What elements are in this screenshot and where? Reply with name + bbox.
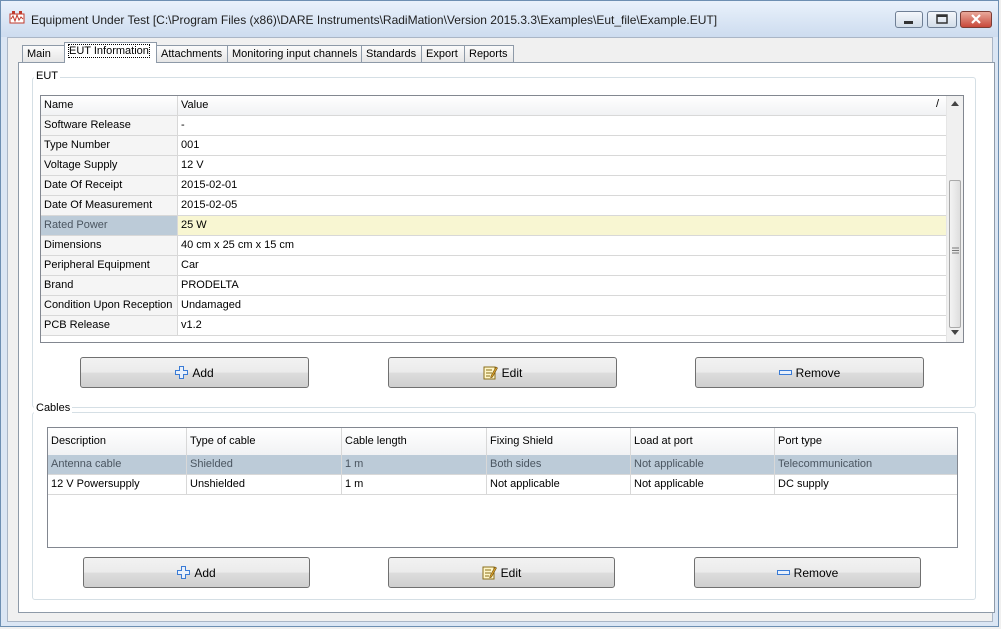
- property-value[interactable]: 12 V: [178, 156, 947, 175]
- eut-grid-header: Name Value /: [41, 96, 947, 116]
- property-name: Type Number: [41, 136, 178, 155]
- window-title: Equipment Under Test [C:\Program Files (…: [31, 13, 718, 27]
- eut-property-row[interactable]: Rated Power 25 W: [41, 216, 947, 236]
- column-header-name[interactable]: Name: [41, 96, 178, 115]
- eut-property-row[interactable]: Date Of Measurement 2015-02-05: [41, 196, 947, 216]
- column-header-value[interactable]: Value: [178, 96, 947, 115]
- property-value[interactable]: v1.2: [178, 316, 947, 335]
- eut-property-row[interactable]: Type Number 001: [41, 136, 947, 156]
- cable-row[interactable]: Antenna cable Shielded 1 m Both sides Not ap…: [48, 455, 957, 475]
- eut-properties-grid: Name Value / Software Release - Type Numbe…: [40, 95, 964, 343]
- column-header-fixing-shield[interactable]: Fixing Shield: [487, 428, 631, 455]
- property-value[interactable]: 2015-02-05: [178, 196, 947, 215]
- tab-standards[interactable]: Standards: [361, 45, 422, 62]
- eut-edit-button[interactable]: Edit: [388, 357, 617, 388]
- tab-attachments[interactable]: Attachments: [156, 45, 228, 62]
- property-value[interactable]: 2015-02-01: [178, 176, 947, 195]
- property-name: PCB Release: [41, 316, 178, 335]
- column-header-type-of-cable[interactable]: Type of cable: [187, 428, 342, 455]
- eut-property-row[interactable]: Software Release -: [41, 116, 947, 136]
- eut-grid-scrollbar[interactable]: [946, 96, 963, 342]
- eut-group-label: EUT: [34, 70, 60, 82]
- cables-remove-button[interactable]: Remove: [694, 557, 921, 588]
- property-name: Condition Upon Reception: [41, 296, 178, 315]
- tab-main[interactable]: Main: [22, 45, 65, 62]
- cable-port-type: Telecommunication: [778, 458, 873, 470]
- eut-remove-button[interactable]: Remove: [695, 357, 924, 388]
- property-name: Date Of Measurement: [41, 196, 178, 215]
- maximize-icon: [936, 14, 948, 24]
- cable-load-at-port: Not applicable: [631, 455, 775, 474]
- column-header-cable-length[interactable]: Cable length: [342, 428, 487, 455]
- cables-group-label: Cables: [34, 402, 73, 414]
- cable-length: 1 m: [342, 475, 487, 494]
- property-name: Dimensions: [41, 236, 178, 255]
- scroll-down-icon[interactable]: [951, 330, 959, 336]
- eut-property-row[interactable]: PCB Release v1.2: [41, 316, 947, 336]
- cable-port-type: DC supply: [778, 478, 829, 490]
- property-value[interactable]: 25 W: [178, 216, 947, 235]
- plus-icon: [175, 366, 189, 379]
- property-value[interactable]: Undamaged: [178, 296, 947, 315]
- eut-property-row[interactable]: Dimensions 40 cm x 25 cm x 15 cm: [41, 236, 947, 256]
- column-header-description[interactable]: Description: [48, 428, 187, 455]
- minus-icon: [778, 370, 792, 375]
- eut-property-row[interactable]: Date Of Receipt 2015-02-01: [41, 176, 947, 196]
- column-header-port-type[interactable]: Port type: [775, 428, 957, 455]
- cable-type: Shielded: [187, 455, 342, 474]
- window-client: Main EUT Information Attachments Monitor…: [7, 37, 995, 622]
- eut-information-pane: EUT Name Value / Software Release - Type N…: [18, 62, 995, 613]
- property-name: Date Of Receipt: [41, 176, 178, 195]
- grip-icon: [952, 247, 959, 254]
- property-name: Rated Power: [41, 216, 178, 235]
- cables-grid-header: Description Type of cable Cable length F…: [48, 428, 957, 455]
- cables-add-button[interactable]: Add: [83, 557, 310, 588]
- eut-window: Equipment Under Test [C:\Program Files (…: [0, 0, 999, 627]
- eut-grid-scroll-thumb[interactable]: [949, 180, 961, 328]
- property-name: Software Release: [41, 116, 178, 135]
- cables-edit-button[interactable]: Edit: [388, 557, 615, 588]
- cable-fixing-shield: Not applicable: [487, 475, 631, 494]
- property-name: Voltage Supply: [41, 156, 178, 175]
- property-name: Brand: [41, 276, 178, 295]
- edit-icon: [482, 566, 497, 580]
- maximize-button[interactable]: [927, 11, 957, 28]
- sort-indicator: /: [935, 98, 939, 110]
- property-value[interactable]: Car: [178, 256, 947, 275]
- eut-add-button[interactable]: Add: [80, 357, 309, 388]
- tab-reports[interactable]: Reports: [464, 45, 514, 62]
- plus-icon: [177, 566, 191, 579]
- cable-description: Antenna cable: [48, 455, 187, 474]
- property-value[interactable]: PRODELTA: [178, 276, 947, 295]
- cable-row[interactable]: 12 V Powersupply Unshielded 1 m Not applica…: [48, 475, 957, 495]
- close-button[interactable]: [960, 11, 992, 28]
- cables-grid: Description Type of cable Cable length F…: [47, 427, 958, 548]
- tab-export[interactable]: Export: [421, 45, 465, 62]
- edit-icon: [483, 366, 498, 380]
- cable-load-at-port: Not applicable: [631, 475, 775, 494]
- minimize-button[interactable]: [895, 11, 923, 28]
- tab-monitoring-input-channels[interactable]: Monitoring input channels: [227, 45, 362, 62]
- eut-property-row[interactable]: Brand PRODELTA: [41, 276, 947, 296]
- cable-length: 1 m: [342, 455, 487, 474]
- scroll-up-icon[interactable]: [951, 100, 959, 106]
- property-value[interactable]: -: [178, 116, 947, 135]
- property-name: Peripheral Equipment: [41, 256, 178, 275]
- app-icon: [9, 11, 25, 24]
- eut-property-row[interactable]: Condition Upon Reception Undamaged: [41, 296, 947, 316]
- cable-fixing-shield: Both sides: [487, 455, 631, 474]
- column-header-load-at-port[interactable]: Load at port: [631, 428, 775, 455]
- eut-property-row[interactable]: Peripheral Equipment Car: [41, 256, 947, 276]
- minus-icon: [776, 570, 790, 575]
- property-value[interactable]: 001: [178, 136, 947, 155]
- minimize-icon: [904, 21, 913, 24]
- cable-type: Unshielded: [187, 475, 342, 494]
- property-value[interactable]: 40 cm x 25 cm x 15 cm: [178, 236, 947, 255]
- title-bar[interactable]: Equipment Under Test [C:\Program Files (…: [1, 1, 998, 37]
- eut-property-row[interactable]: Voltage Supply 12 V: [41, 156, 947, 176]
- close-icon: [971, 14, 981, 24]
- tab-eut-information[interactable]: EUT Information: [64, 42, 157, 63]
- cable-description: 12 V Powersupply: [48, 475, 187, 494]
